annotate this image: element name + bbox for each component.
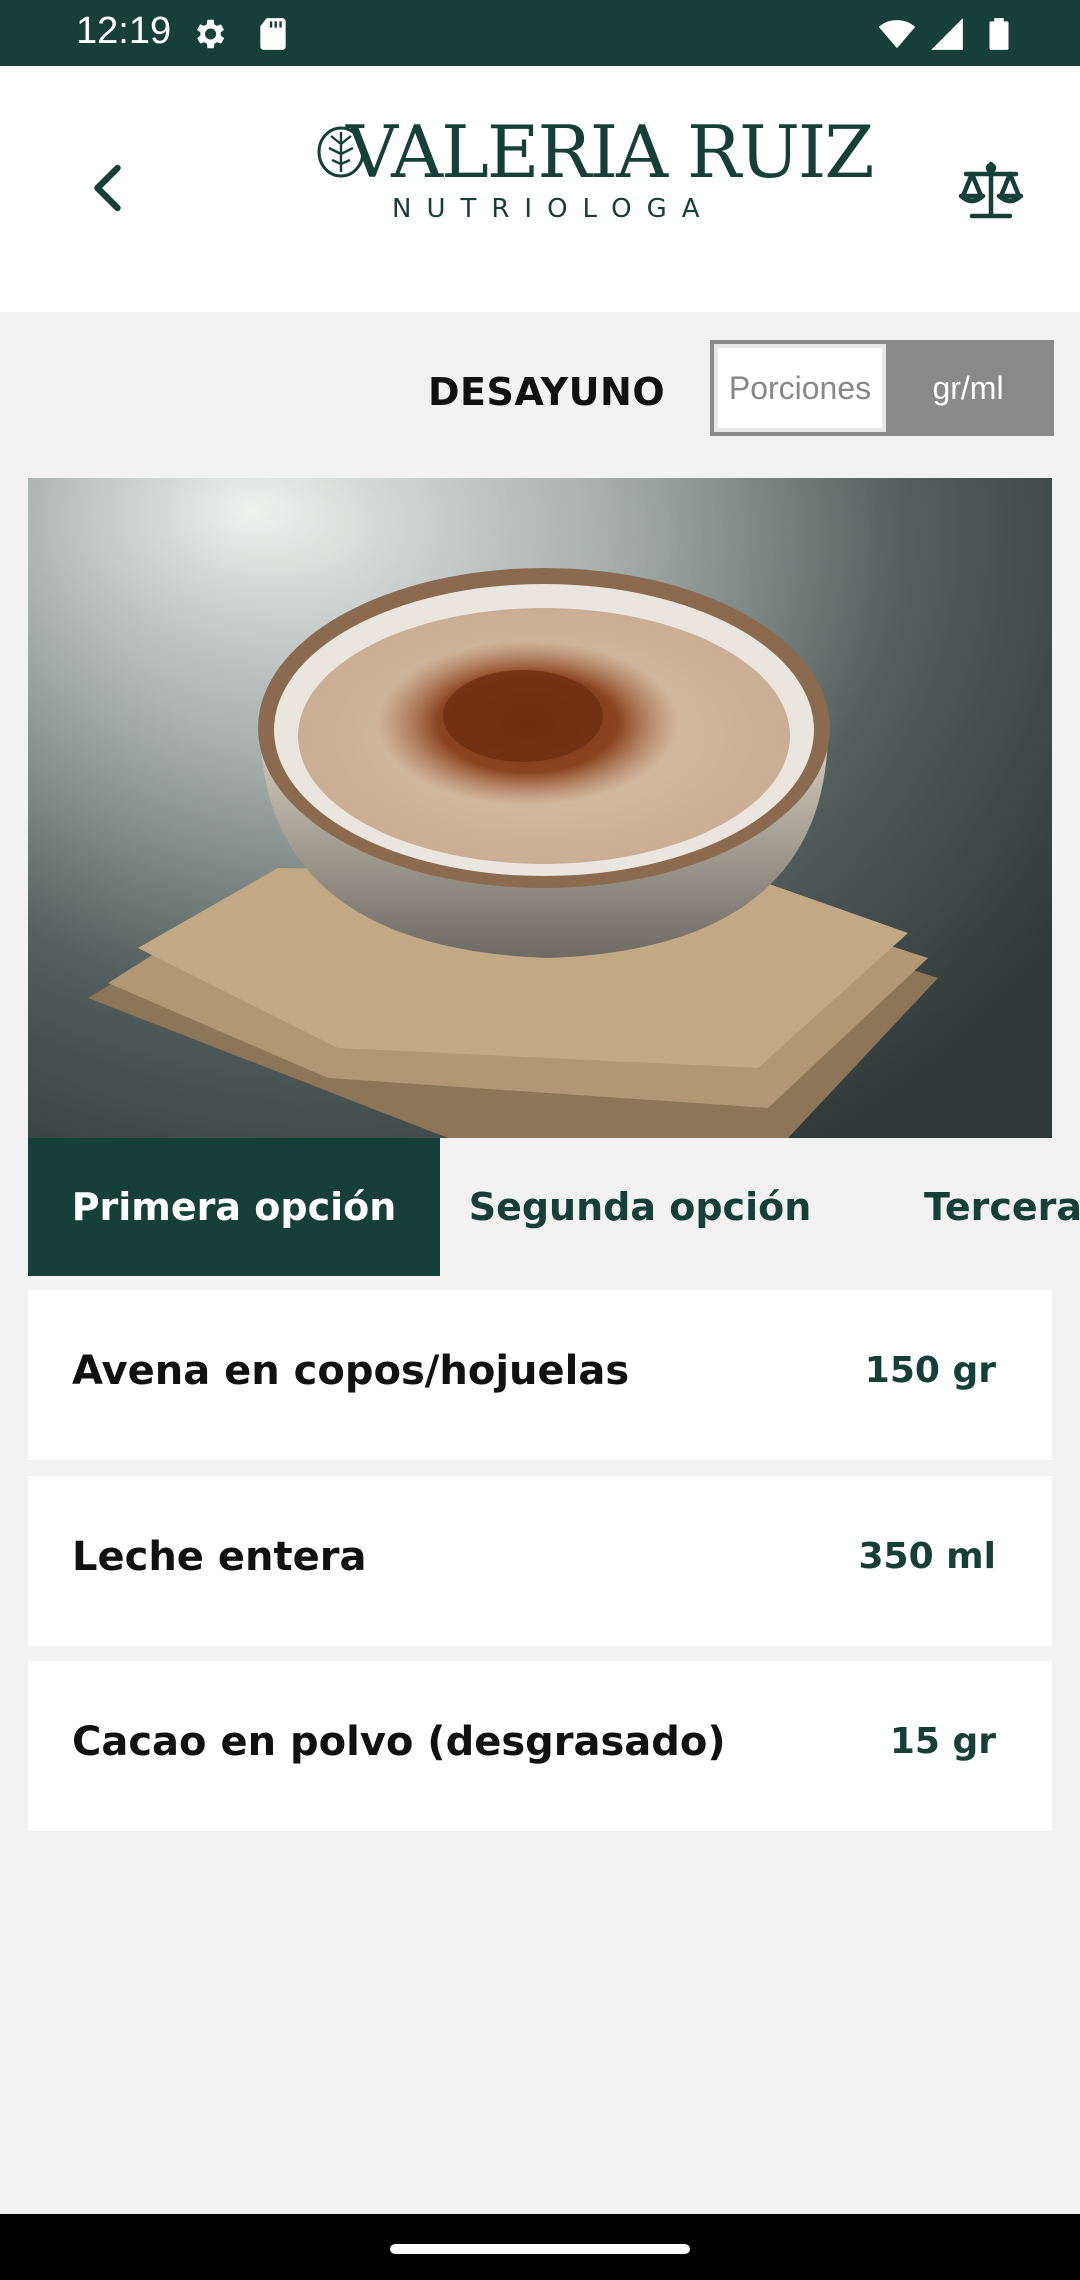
ingredient-quantity: 15 gr <box>889 1721 996 1762</box>
ingredient-quantity: 150 gr <box>864 1350 996 1391</box>
scale-icon[interactable] <box>958 158 1024 224</box>
tab-tercera-opcion[interactable]: Tercera opción <box>840 1138 1080 1276</box>
cellular-signal-icon <box>931 18 963 50</box>
ingredient-name: Cacao en polvo (desgrasado) <box>72 1719 726 1765</box>
toggle-porciones[interactable]: Porciones <box>714 344 886 432</box>
ingredient-row: Cacao en polvo (desgrasado) 15 gr <box>28 1661 1052 1831</box>
meal-title: DESAYUNO <box>428 370 666 414</box>
ingredient-name: Leche entera <box>72 1534 367 1580</box>
oatmeal-bowl-illustration <box>28 478 1052 1138</box>
ingredient-row: Leche entera 350 ml <box>28 1476 1052 1646</box>
system-nav-bar <box>0 2214 1080 2280</box>
status-bar: 12:19 <box>0 0 1080 66</box>
wifi-icon <box>878 20 916 49</box>
brand-subtitle: NUTRIOLOGA <box>392 194 715 224</box>
ingredient-name: Avena en copos/hojuelas <box>72 1348 630 1394</box>
food-image <box>28 478 1052 1138</box>
tab-segunda-opcion[interactable]: Segunda opción <box>440 1138 840 1276</box>
ingredient-quantity: 350 ml <box>858 1536 996 1577</box>
brand-name: VALERIA RUIZ <box>346 110 874 194</box>
ingredient-row: Avena en copos/hojuelas 150 gr <box>28 1290 1052 1460</box>
status-time: 12:19 <box>76 10 172 52</box>
back-arrow-icon[interactable] <box>80 158 140 218</box>
unit-toggle: Porciones gr/ml <box>710 340 1054 436</box>
tab-primera-opcion[interactable]: Primera opción <box>28 1138 440 1276</box>
home-gesture-handle[interactable] <box>390 2244 690 2254</box>
option-tabs: Primera opción Segunda opción Tercera op… <box>28 1138 1080 1276</box>
app-header: VALERIA RUIZ NUTRIOLOGA <box>0 66 1080 312</box>
battery-icon <box>989 18 1009 50</box>
settings-icon <box>196 19 225 49</box>
toggle-gr-ml[interactable]: gr/ml <box>886 344 1050 432</box>
brand-logo: VALERIA RUIZ NUTRIOLOGA <box>310 110 874 230</box>
sd-card-icon <box>260 18 286 50</box>
